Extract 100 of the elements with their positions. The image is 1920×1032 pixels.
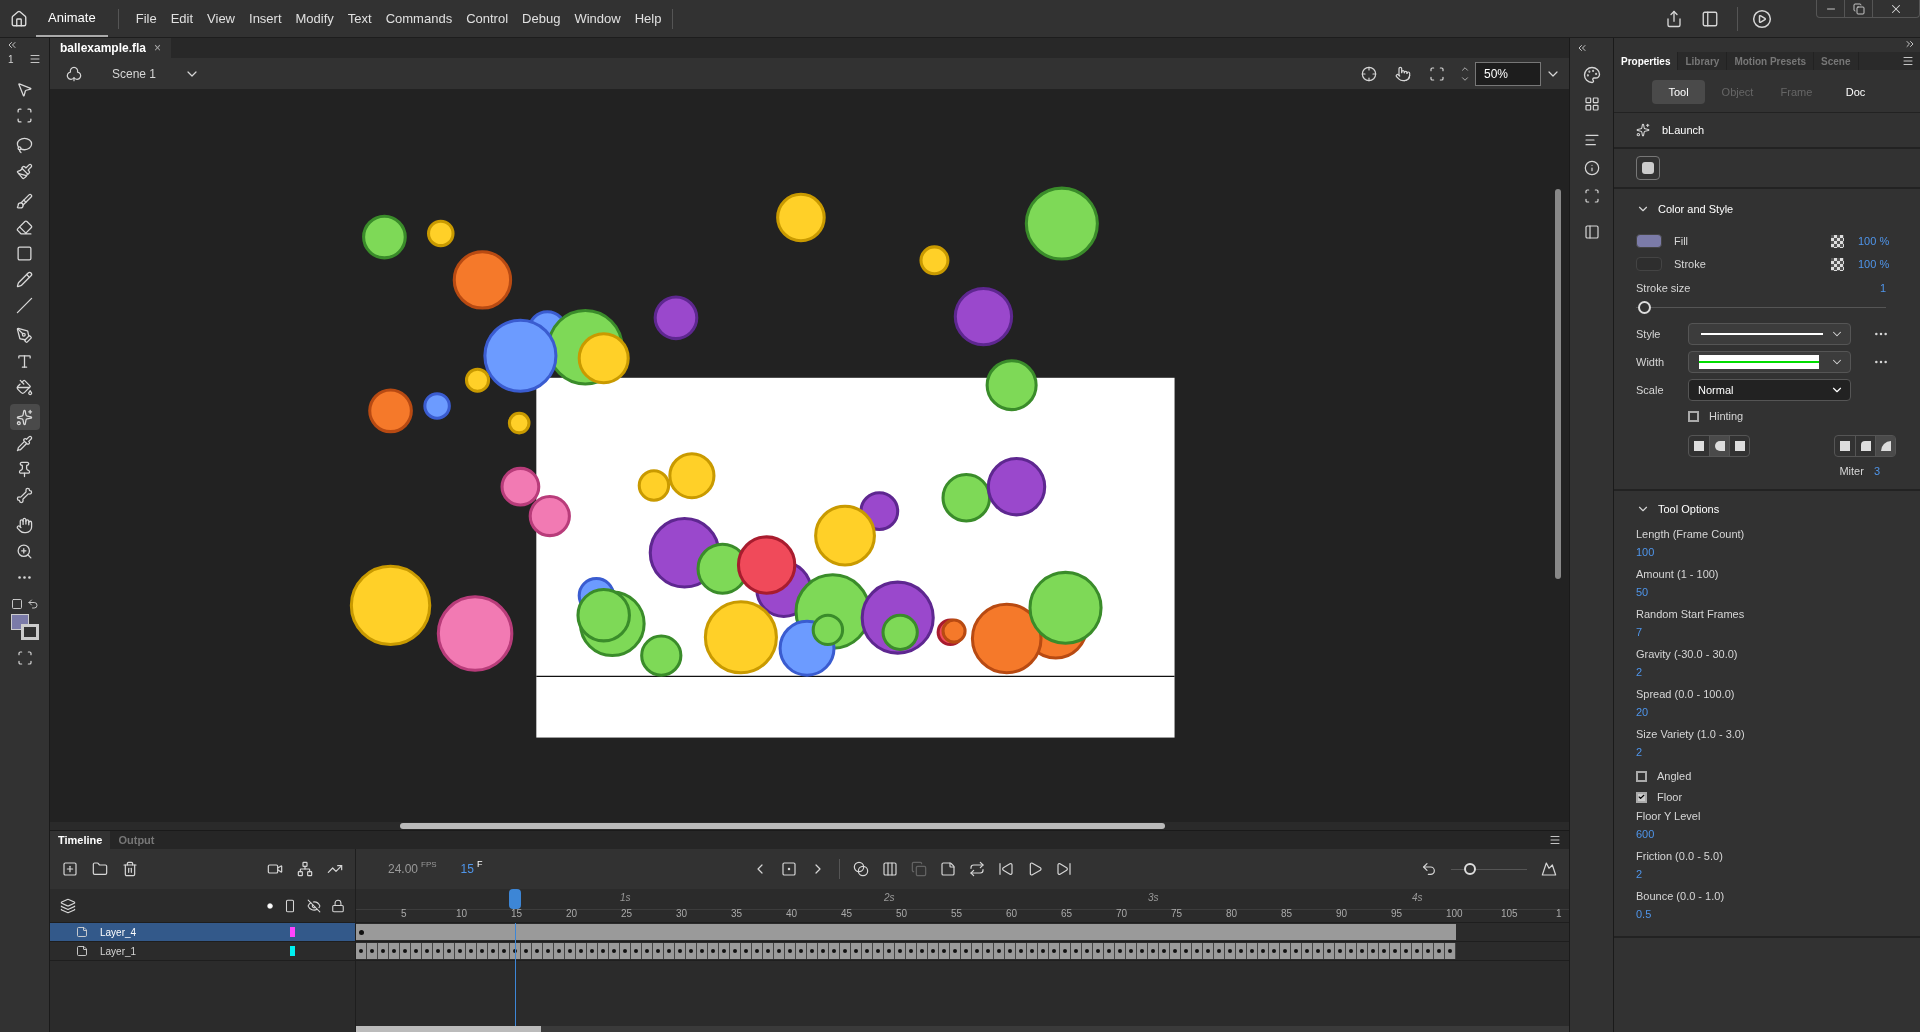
section-title[interactable]: Tool Options (1658, 501, 1720, 518)
zoom-field[interactable]: 50% (1475, 61, 1541, 86)
club-icon[interactable] (66, 65, 82, 82)
default-colors-icon[interactable] (10, 598, 23, 610)
folder-icon[interactable] (92, 861, 108, 877)
miter-value[interactable]: 3 (1873, 462, 1880, 479)
document-tab[interactable]: ballexample.fla × (50, 38, 172, 58)
line-icon[interactable] (16, 296, 33, 314)
panel-icon[interactable] (1583, 224, 1600, 240)
pencil-icon[interactable] (16, 270, 33, 288)
collapse-icon[interactable] (1576, 42, 1588, 54)
cap-button[interactable] (1709, 435, 1729, 456)
tab-close[interactable]: × (154, 39, 162, 57)
expand-icon[interactable] (1904, 38, 1916, 50)
vertical-scrollbar[interactable] (1555, 189, 1561, 579)
paintbrush-icon[interactable] (16, 162, 33, 180)
option-value[interactable]: 0.5 (1636, 905, 1898, 924)
camera-icon[interactable] (267, 861, 283, 877)
width-dropdown[interactable] (1688, 351, 1851, 373)
edit-multiple-frames-icon[interactable] (881, 861, 898, 877)
layer-row[interactable]: Layer_4 (50, 923, 355, 942)
opacity-value[interactable]: 100 % (1858, 255, 1898, 273)
hand-icon[interactable] (16, 516, 33, 534)
text-icon[interactable] (16, 352, 33, 370)
panel-icon[interactable] (1701, 9, 1719, 28)
keyframes-strip[interactable] (356, 943, 1456, 959)
scale-dropdown[interactable]: Normal (1688, 379, 1851, 401)
layer-name[interactable]: Layer_4 (100, 924, 137, 940)
scale-value[interactable]: Normal (1698, 381, 1734, 399)
section-title[interactable]: Color and Style (1658, 201, 1734, 218)
paste-frames-icon[interactable] (939, 861, 956, 877)
color-swatch[interactable] (1636, 234, 1662, 248)
new-layer-icon[interactable] (62, 861, 78, 877)
zoom-icon[interactable] (16, 542, 33, 560)
info-icon[interactable] (1583, 160, 1600, 176)
sparkles-icon[interactable] (16, 408, 33, 426)
playhead-handle[interactable] (509, 889, 521, 909)
tool-button[interactable] (9, 404, 40, 430)
menu-item[interactable]: Edit (163, 8, 201, 29)
swap-colors-icon[interactable] (26, 598, 39, 610)
menu-item[interactable]: Text (340, 8, 379, 29)
option-checkbox[interactable] (1636, 791, 1647, 803)
hinting-checkbox[interactable] (1688, 410, 1699, 422)
option-value[interactable]: 2 (1636, 743, 1898, 762)
play-icon[interactable] (1752, 8, 1772, 29)
layer-icon[interactable] (76, 945, 88, 957)
pointer-icon[interactable] (16, 80, 33, 98)
trash-icon[interactable] (122, 861, 138, 877)
menu-item[interactable]: Commands (378, 8, 460, 29)
menu-icon[interactable] (1902, 55, 1914, 67)
step-back-icon[interactable] (997, 861, 1014, 877)
slider-thumb[interactable] (1638, 300, 1651, 314)
fps-value[interactable]: 24.00 (388, 860, 419, 878)
horizontal-scrollbar[interactable] (400, 823, 1165, 829)
menu-icon[interactable] (1549, 834, 1561, 846)
step-forward-icon[interactable] (1055, 861, 1072, 877)
menu-item[interactable]: Window (567, 8, 628, 29)
option-value[interactable]: 2 (1636, 663, 1898, 682)
lock-icon[interactable] (331, 898, 345, 913)
palette-icon[interactable] (1582, 66, 1601, 84)
slider-thumb[interactable] (1464, 863, 1476, 875)
menu-icon[interactable] (29, 53, 41, 65)
loop-icon[interactable] (968, 861, 985, 877)
mountain-icon[interactable] (1541, 861, 1557, 877)
layer-name[interactable]: Layer_1 (100, 943, 137, 959)
timeline-scrollbar[interactable] (356, 1026, 541, 1032)
stroke-fill-swatches[interactable] (10, 614, 39, 640)
keyframe-icon[interactable] (780, 861, 797, 877)
hierarchy-icon[interactable] (297, 861, 313, 877)
outline-icon[interactable] (283, 898, 297, 913)
option-value[interactable]: 20 (1636, 703, 1898, 722)
layer-icon[interactable] (76, 926, 88, 938)
menu-item[interactable]: File (128, 8, 164, 29)
eye-off-icon[interactable] (307, 898, 321, 913)
join-button[interactable] (1875, 435, 1895, 456)
properties-subtab[interactable]: Doc (1829, 80, 1882, 104)
stroke-size-slider[interactable] (1636, 300, 1886, 314)
onion-skin-icon[interactable] (852, 861, 869, 877)
option-value[interactable]: 7 (1636, 623, 1898, 642)
stroke-size-value[interactable]: 1 (1879, 279, 1886, 296)
zoom-slider[interactable] (1451, 862, 1527, 876)
properties-subtab[interactable]: Tool (1652, 80, 1705, 104)
crosshair-icon[interactable] (1361, 65, 1377, 82)
dot-icon[interactable] (267, 902, 273, 909)
undo-icon[interactable] (1421, 861, 1437, 877)
option-value[interactable]: 100 (1636, 543, 1898, 562)
share-icon[interactable] (1665, 9, 1683, 28)
eraser-icon[interactable] (16, 218, 33, 236)
pin-icon[interactable] (16, 460, 33, 478)
restore-icon[interactable] (1852, 2, 1865, 15)
rectangle-icon[interactable] (16, 244, 33, 262)
subselect-icon[interactable] (16, 106, 33, 124)
lasso-icon[interactable] (16, 136, 33, 154)
hand-pointer-icon[interactable] (1395, 65, 1411, 82)
menu-item[interactable]: View (200, 8, 242, 29)
paint-bucket-icon[interactable] (16, 378, 33, 396)
option-value[interactable]: 50 (1636, 583, 1898, 602)
align-icon[interactable] (1583, 132, 1600, 148)
menu-item[interactable]: Debug (515, 8, 568, 29)
panel-tab[interactable]: Properties (1614, 52, 1679, 70)
